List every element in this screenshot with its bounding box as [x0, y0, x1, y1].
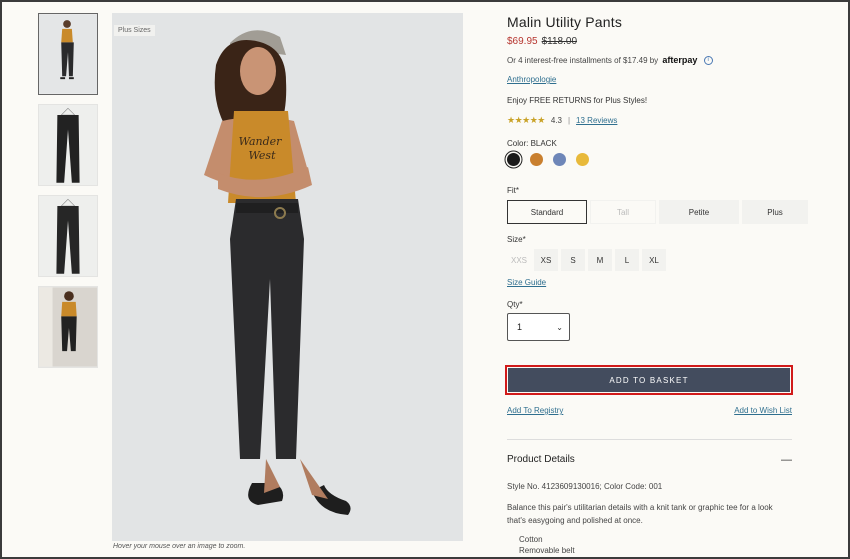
- model-thumbnail-image: [39, 14, 97, 94]
- feature-item: Removable belt: [519, 546, 575, 555]
- free-returns-text: Enjoy FREE RETURNS for Plus Styles!: [507, 96, 648, 105]
- product-details-heading: Product Details: [507, 454, 575, 465]
- fit-plus-button[interactable]: Plus: [742, 200, 808, 224]
- size-options: XXS XS S M L XL: [507, 249, 669, 271]
- star-rating-icon: ★★★★★: [507, 115, 545, 125]
- rating-separator: |: [567, 116, 571, 125]
- reviews-link[interactable]: 13 Reviews: [576, 116, 617, 125]
- feature-item: Cotton: [519, 535, 543, 544]
- swatch-orange[interactable]: [530, 153, 543, 166]
- size-m-button[interactable]: M: [588, 249, 612, 271]
- thumbnail-model-lifestyle[interactable]: [38, 286, 98, 368]
- main-product-image[interactable]: Wander West Plus Sizes: [112, 13, 463, 541]
- size-guide-link[interactable]: Size Guide: [507, 278, 546, 287]
- section-divider: [507, 439, 792, 440]
- installments-row: Or 4 interest-free installments of $17.4…: [507, 55, 713, 66]
- lifestyle-thumbnail-image: [39, 287, 97, 367]
- swatch-blue[interactable]: [553, 153, 566, 166]
- color-label: Color: BLACK: [507, 139, 557, 148]
- thumbnail-pants-hanger-front[interactable]: [38, 104, 98, 186]
- installments-text: Or 4 interest-free installments of $17.4…: [507, 56, 659, 65]
- product-description: Balance this pair's utilitarian details …: [507, 503, 773, 525]
- add-to-basket-highlight: ADD TO BASKET: [505, 365, 793, 395]
- fit-petite-button[interactable]: Petite: [659, 200, 739, 224]
- thumbnail-strip: [38, 13, 100, 377]
- product-page: Wander West Plus Sizes Hover your mouse …: [2, 2, 848, 557]
- thumbnail-pants-hanger-back[interactable]: [38, 195, 98, 277]
- size-l-button[interactable]: L: [615, 249, 639, 271]
- pants-thumbnail-image: [39, 105, 97, 185]
- qty-select[interactable]: 1 ⌄: [507, 313, 570, 341]
- chevron-down-icon: ⌄: [556, 322, 563, 332]
- price-row: $69.95 $118.00: [507, 36, 577, 47]
- qty-value: 1: [517, 322, 523, 332]
- add-to-wishlist-link[interactable]: Add to Wish List: [734, 406, 792, 415]
- fit-label: Fit*: [507, 186, 519, 195]
- swatch-yellow[interactable]: [576, 153, 589, 166]
- size-label: Size*: [507, 235, 526, 244]
- info-icon[interactable]: i: [703, 56, 713, 66]
- add-to-basket-button[interactable]: ADD TO BASKET: [508, 368, 790, 392]
- qty-label: Qty*: [507, 300, 523, 309]
- feature-list: Cotton Removable belt: [519, 534, 575, 556]
- fit-standard-button[interactable]: Standard: [507, 200, 587, 224]
- size-xl-button[interactable]: XL: [642, 249, 666, 271]
- add-to-registry-link[interactable]: Add To Registry: [507, 406, 563, 415]
- plus-sizes-tag: Plus Sizes: [114, 25, 155, 36]
- zoom-hint: Hover your mouse over an image to zoom.: [113, 543, 246, 550]
- secondary-actions: Add To Registry Add to Wish List: [507, 406, 792, 415]
- size-xxs-button[interactable]: XXS: [507, 249, 531, 271]
- shirt-graphic-text: Wander: [239, 135, 283, 148]
- rating-value: 4.3: [550, 116, 562, 125]
- original-price: $118.00: [541, 36, 577, 47]
- brand-link[interactable]: Anthropologie: [507, 75, 556, 84]
- pants-back-thumbnail-image: [39, 196, 97, 276]
- size-s-button[interactable]: S: [561, 249, 585, 271]
- swatch-black[interactable]: [507, 153, 520, 166]
- size-xs-button[interactable]: XS: [534, 249, 558, 271]
- style-number: Style No. 4123609130016; Color Code: 001: [507, 482, 663, 491]
- product-details-toggle[interactable]: Product Details —: [507, 454, 792, 466]
- thumbnail-model-front[interactable]: [38, 13, 98, 95]
- model-photo: Wander West: [112, 13, 463, 541]
- sale-price: $69.95: [507, 36, 538, 47]
- rating-row: ★★★★★ 4.3 | 13 Reviews: [507, 115, 617, 126]
- fit-tall-button[interactable]: Tall: [590, 200, 656, 224]
- collapse-icon: —: [781, 454, 792, 466]
- shirt-graphic-text-2: West: [249, 149, 277, 162]
- product-title: Malin Utility Pants: [507, 14, 623, 30]
- fit-options: Standard Tall Petite Plus: [507, 200, 811, 224]
- color-swatches: [507, 153, 599, 166]
- afterpay-logo: afterpay: [662, 55, 698, 65]
